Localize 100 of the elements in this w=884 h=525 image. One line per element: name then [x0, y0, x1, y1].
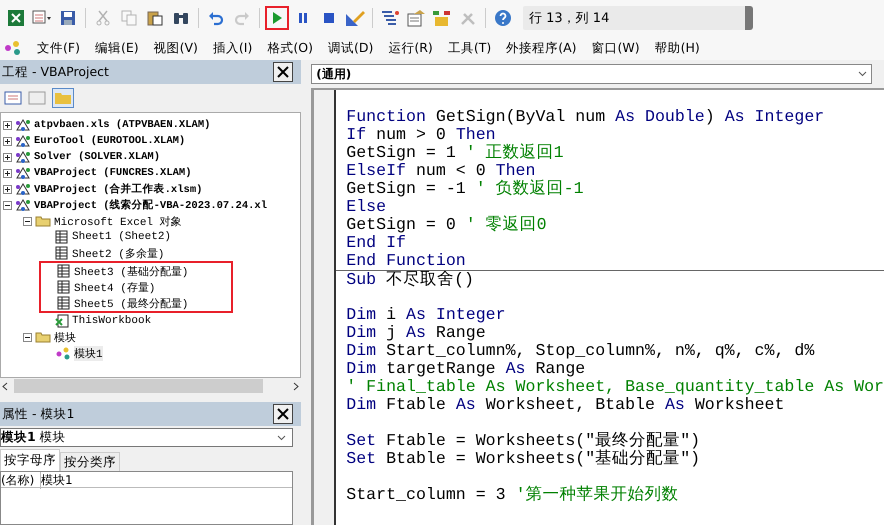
code-token: Dim: [346, 341, 376, 360]
code-token: i: [385, 305, 398, 324]
redo-icon: [234, 10, 250, 26]
tree-item[interactable]: VBAProject (线索分配-VBA-2023.07.24.xl: [34, 198, 268, 212]
code-token: j: [385, 323, 398, 342]
project-icon: [15, 182, 31, 196]
code-token: Dim: [346, 395, 376, 414]
tree-item[interactable]: Sheet4 (存量): [74, 280, 156, 294]
project-tree-icon: [380, 9, 400, 27]
tree-item[interactable]: Sheet2 (多余量): [72, 246, 164, 260]
code-token: ): [704, 107, 716, 126]
form-icon: [32, 10, 52, 26]
code-token: GetSign = -1: [346, 179, 467, 198]
code-token: targetRange: [385, 359, 497, 378]
collapse-icon[interactable]: [23, 332, 32, 342]
run-button[interactable]: [265, 6, 289, 30]
help-icon: [494, 9, 512, 27]
scrollbar-thumb[interactable]: [14, 379, 264, 393]
tab[interactable]: 按字母序: [0, 449, 60, 471]
code-token: '第一种苹果开始列数: [516, 485, 679, 504]
code-token: As: [456, 395, 476, 414]
menu-item[interactable]: 格式(O): [267, 40, 313, 56]
code-token: Dim: [346, 359, 376, 378]
code-token: ' 零返回0: [466, 215, 547, 234]
copy-icon: [121, 10, 137, 26]
code-token: Btable = Worksheets("基础分配量"): [385, 449, 700, 468]
caret-icon: [277, 434, 286, 440]
object-combo[interactable]: (通用): [311, 64, 872, 84]
code-editor[interactable]: [336, 90, 884, 525]
property-value: 模块1: [41, 472, 74, 489]
code-token: Set: [346, 449, 376, 468]
code-token: As: [506, 359, 526, 378]
scroll-left-icon[interactable]: [2, 382, 8, 390]
code-token: ' 负数返回-1: [476, 179, 584, 198]
tree-item[interactable]: Sheet1 (Sheet2): [72, 231, 172, 243]
menu-item[interactable]: 窗口(W): [592, 40, 640, 56]
menu-item[interactable]: 工具(T): [448, 40, 492, 56]
clipboard-icon: [147, 10, 163, 26]
close-icon: [277, 408, 290, 420]
tree-item[interactable]: 模块: [54, 330, 76, 344]
module-icon: [55, 346, 71, 360]
collapse-icon[interactable]: [3, 200, 12, 210]
expand-icon[interactable]: [3, 120, 12, 130]
tree-item[interactable]: Sheet5 (最终分配量): [74, 296, 188, 310]
code-token: Then: [456, 125, 496, 144]
menu-item[interactable]: 编辑(E): [94, 40, 139, 56]
tree-item[interactable]: Sheet3 (基础分配量): [74, 264, 188, 278]
binoculars-icon: [172, 10, 190, 26]
tree-item[interactable]: 模块1: [74, 346, 103, 360]
tree-item[interactable]: ThisWorkbook: [72, 315, 152, 327]
pause-icon: [298, 12, 308, 24]
code-token: Ftable = Worksheets("最终分配量"): [385, 431, 700, 450]
menu-item[interactable]: 文件(F): [37, 40, 80, 56]
folder-icon: [35, 331, 51, 343]
project-icon: [15, 134, 31, 148]
menu-item[interactable]: 帮助(H): [654, 40, 700, 56]
view-code-icon[interactable]: [4, 91, 22, 105]
menu-item[interactable]: 视图(V): [154, 40, 198, 56]
tree-item[interactable]: Microsoft Excel 对象: [54, 214, 182, 228]
folder-icon[interactable]: [52, 88, 74, 108]
menu-item[interactable]: 调试(D): [328, 40, 374, 56]
menu-item[interactable]: 插入(I): [212, 40, 252, 56]
project-icon: [15, 198, 31, 212]
code-token: GetSign = 1: [346, 143, 457, 162]
expand-icon[interactable]: [3, 136, 12, 146]
code-token: ' Final_table As Worksheet, Base_quantity_table As Wor: [346, 377, 884, 396]
folder-icon: [35, 215, 51, 227]
expand-icon[interactable]: [3, 184, 12, 194]
tree-item[interactable]: atpvbaen.xls (ATPVBAEN.XLAM): [34, 119, 210, 131]
tree-item[interactable]: EuroTool (EUROTOOL.XLAM): [34, 135, 186, 147]
code-token: Start_column = 3: [346, 485, 507, 504]
code-token: As Double: [615, 107, 705, 126]
code-token: 不尽取舍(): [385, 270, 474, 289]
tree-item[interactable]: VBAProject (合并工作表.xlsm): [34, 182, 202, 196]
code-token: End If: [346, 233, 406, 252]
tree-item[interactable]: VBAProject (FUNCRES.XLAM): [34, 167, 192, 179]
close-button[interactable]: [273, 404, 294, 424]
code-token: Start_column%, Stop_column%, n%, q%, c%, d%: [385, 341, 814, 360]
code-token: Dim: [346, 305, 376, 324]
vba-icon: [4, 40, 22, 56]
close-button[interactable]: [273, 62, 294, 82]
code-token: As: [664, 395, 685, 414]
scroll-right-icon[interactable]: [293, 382, 300, 390]
code-token: Range: [434, 323, 486, 342]
code-token: As Integer: [406, 305, 506, 324]
expand-icon[interactable]: [3, 152, 12, 162]
menu-item[interactable]: 运行(R): [388, 40, 433, 56]
property-name: (名称): [1, 472, 41, 489]
tab[interactable]: 按分类序: [60, 452, 120, 471]
sheet-icon: [55, 246, 69, 260]
code-token: If: [346, 125, 366, 144]
expand-icon[interactable]: [3, 168, 12, 178]
menu-item[interactable]: 外接程序(A): [506, 40, 577, 56]
undo-icon: [208, 10, 224, 26]
code-token: num > 0: [375, 125, 447, 144]
collapse-icon[interactable]: [23, 216, 32, 226]
tree-item[interactable]: Solver (SOLVER.XLAM): [34, 151, 160, 163]
scissors-icon: [96, 10, 110, 26]
object-select[interactable]: 模块1 模块: [0, 428, 294, 447]
ruler-pencil-icon: [345, 9, 365, 27]
